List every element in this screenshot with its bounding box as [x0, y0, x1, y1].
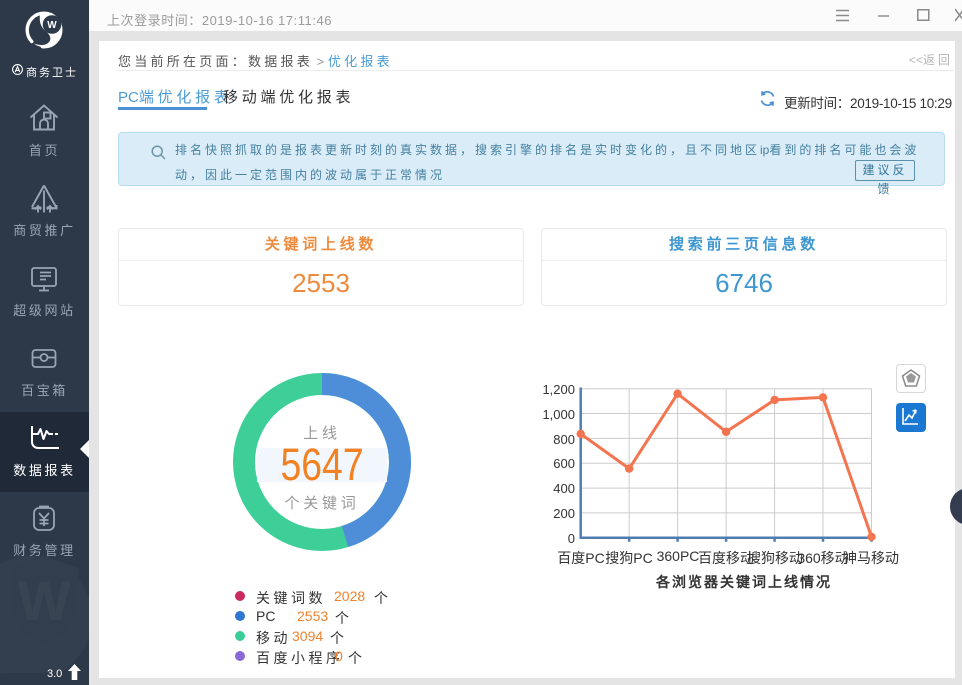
- svg-text:W: W: [47, 20, 57, 31]
- svg-text:W: W: [18, 569, 71, 632]
